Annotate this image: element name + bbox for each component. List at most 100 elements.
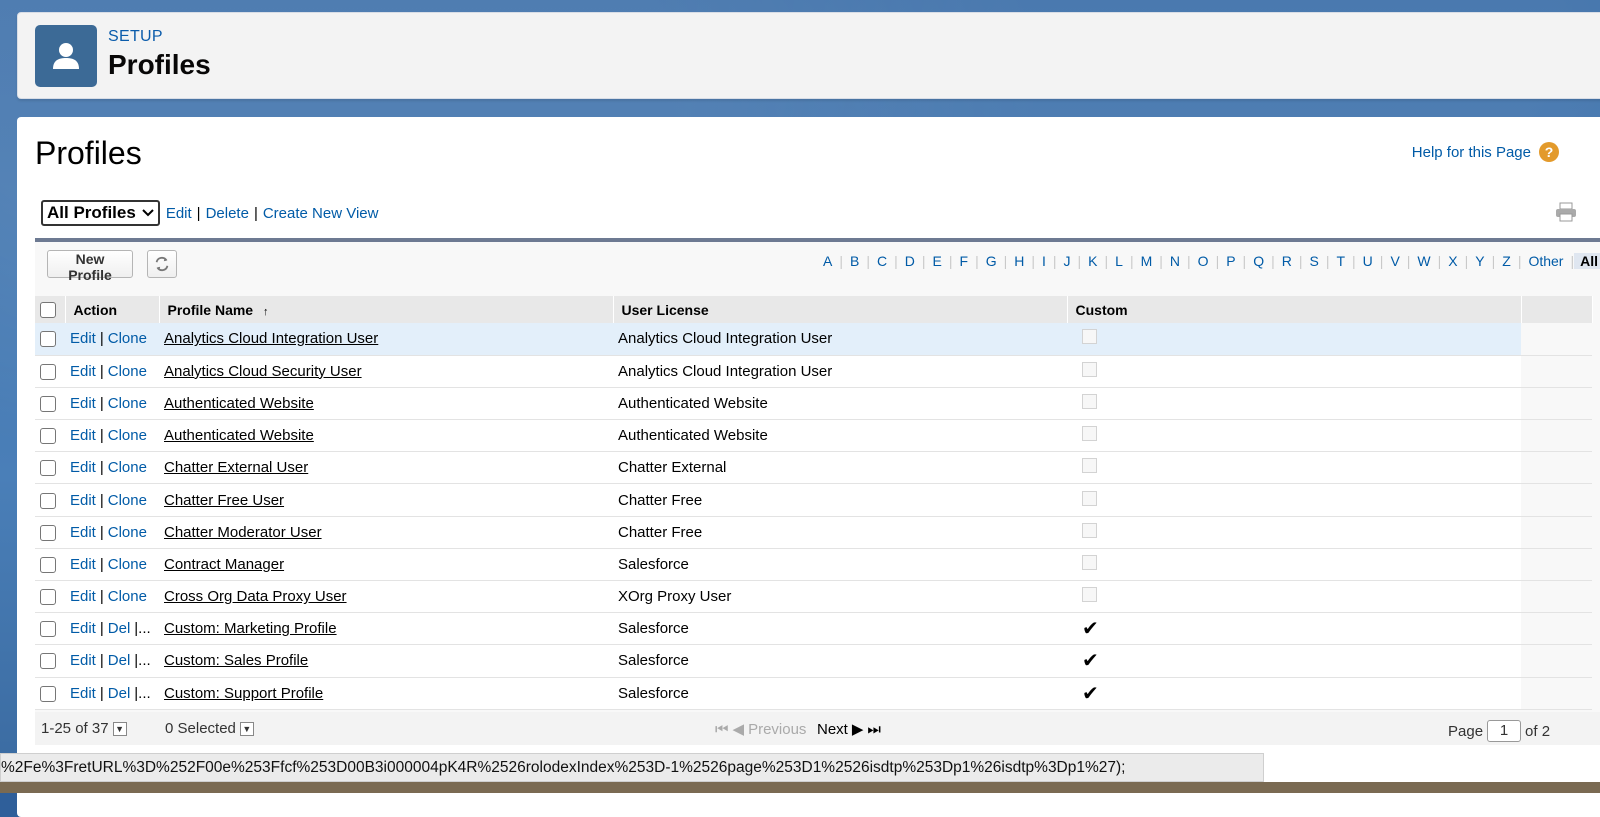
new-profile-button[interactable]: New Profile (47, 250, 133, 283)
profile-name-link[interactable]: Contract Manager (164, 556, 284, 573)
alpha-filter-p[interactable]: P (1219, 253, 1242, 269)
page-number-input[interactable]: 1 (1487, 720, 1522, 742)
table-row: Edit | Del |... Custom: Sales Profile Salesfo… (35, 644, 1592, 678)
row-clone-link[interactable]: Clone (108, 524, 147, 541)
alpha-filter-r[interactable]: R (1275, 253, 1299, 269)
row-checkbox[interactable] (40, 556, 56, 573)
row-edit-link[interactable]: Edit (70, 427, 96, 444)
row-checkbox[interactable] (40, 524, 56, 541)
alpha-filter-t[interactable]: T (1329, 253, 1352, 269)
row-clone-link[interactable]: Clone (108, 492, 147, 509)
profile-name-link[interactable]: Cross Org Data Proxy User (164, 588, 347, 605)
view-select[interactable]: All Profiles (41, 200, 160, 226)
alpha-filter-c[interactable]: C (870, 253, 894, 269)
row-checkbox[interactable] (40, 363, 56, 380)
alpha-filter-m[interactable]: M (1134, 253, 1160, 269)
profile-name-link[interactable]: Analytics Cloud Integration User (164, 330, 378, 347)
row-clone-link[interactable]: Clone (108, 588, 147, 605)
row-checkbox[interactable] (40, 621, 56, 638)
row-edit-link[interactable]: Edit (70, 363, 96, 380)
row-edit-link[interactable]: Edit (70, 588, 96, 605)
row-edit-link[interactable]: Edit (70, 395, 96, 412)
row-checkbox[interactable] (40, 589, 56, 606)
row-clone-link[interactable]: Clone (108, 459, 147, 476)
profile-name-link[interactable]: Authenticated Website (164, 395, 314, 412)
more-actions[interactable]: |... (134, 620, 150, 637)
row-clone-link[interactable]: Clone (108, 363, 147, 380)
alpha-filter-a[interactable]: A (816, 253, 839, 269)
print-icon[interactable] (1555, 202, 1577, 227)
alpha-filter-w[interactable]: W (1410, 253, 1437, 269)
more-actions[interactable]: |... (134, 652, 150, 669)
col-profile-name[interactable]: Profile Name ↑ (159, 296, 614, 323)
alpha-filter-z[interactable]: Z (1495, 253, 1518, 269)
row-checkbox[interactable] (40, 428, 56, 445)
selected-count[interactable]: 0 Selected ▼ (165, 720, 254, 737)
more-actions[interactable]: |... (134, 685, 150, 702)
record-range[interactable]: 1-25 of 37 ▼ (41, 720, 127, 737)
row-edit-link[interactable]: Edit (70, 492, 96, 509)
alpha-filter-b[interactable]: B (843, 253, 866, 269)
col-user-license[interactable]: User License (613, 296, 1068, 323)
alpha-filter-x[interactable]: X (1441, 253, 1464, 269)
alpha-filter-y[interactable]: Y (1468, 253, 1491, 269)
row-clone-link[interactable]: Clone (108, 556, 147, 573)
select-all-checkbox[interactable] (40, 302, 56, 319)
row-checkbox[interactable] (40, 460, 56, 477)
alpha-filter-j[interactable]: J (1057, 253, 1078, 269)
alpha-filter-d[interactable]: D (898, 253, 922, 269)
help-link[interactable]: Help for this Page ? (1412, 142, 1559, 162)
profile-name-link[interactable]: Chatter Moderator User (164, 524, 322, 541)
alpha-filter-v[interactable]: V (1383, 253, 1406, 269)
previous-page[interactable]: ⏮ ◀ Previous (715, 720, 806, 739)
row-del-link[interactable]: Del (108, 652, 131, 669)
alpha-filter-q[interactable]: Q (1246, 253, 1271, 269)
alpha-filter-i[interactable]: I (1035, 253, 1053, 269)
profile-name-link[interactable]: Custom: Sales Profile (164, 652, 308, 669)
alpha-filter-e[interactable]: E (926, 253, 949, 269)
row-clone-link[interactable]: Clone (108, 395, 147, 412)
row-del-link[interactable]: Del (108, 685, 131, 702)
row-edit-link[interactable]: Edit (70, 685, 96, 702)
user-license: Salesforce (618, 684, 689, 702)
row-checkbox[interactable] (40, 685, 56, 702)
refresh-button[interactable] (147, 250, 177, 278)
row-clone-link[interactable]: Clone (108, 427, 147, 444)
delete-view-link[interactable]: Delete (206, 205, 249, 222)
separator: | (99, 459, 104, 477)
alpha-filter-f[interactable]: F (953, 253, 976, 269)
row-checkbox[interactable] (40, 653, 56, 670)
row-edit-link[interactable]: Edit (70, 459, 96, 476)
edit-view-link[interactable]: Edit (166, 205, 192, 222)
alpha-filter-k[interactable]: K (1081, 253, 1104, 269)
alpha-filter-g[interactable]: G (979, 253, 1004, 269)
alpha-filter-l[interactable]: L (1108, 253, 1130, 269)
alpha-filter-n[interactable]: N (1163, 253, 1187, 269)
alpha-filter-s[interactable]: S (1302, 253, 1325, 269)
row-checkbox[interactable] (40, 492, 56, 509)
row-del-link[interactable]: Del (108, 620, 131, 637)
col-custom[interactable]: Custom (1067, 296, 1522, 323)
row-checkbox[interactable] (40, 395, 56, 412)
row-edit-link[interactable]: Edit (70, 620, 96, 637)
row-edit-link[interactable]: Edit (70, 652, 96, 669)
alpha-filter-h[interactable]: H (1007, 253, 1031, 269)
profile-name-link[interactable]: Authenticated Website (164, 427, 314, 444)
profile-name-link[interactable]: Analytics Cloud Security User (164, 363, 362, 380)
alpha-filter-u[interactable]: U (1356, 253, 1380, 269)
profile-name-link[interactable]: Chatter External User (164, 459, 308, 476)
row-checkbox[interactable] (40, 331, 56, 348)
alpha-filter-all[interactable]: All (1574, 253, 1600, 269)
row-clone-link[interactable]: Clone (108, 330, 147, 347)
create-new-view-link[interactable]: Create New View (263, 205, 379, 222)
profile-name-link[interactable]: Custom: Marketing Profile (164, 620, 337, 637)
alpha-filter-other[interactable]: Other (1521, 253, 1570, 269)
next-page[interactable]: Next ▶ ⏭ (817, 720, 881, 739)
row-edit-link[interactable]: Edit (70, 524, 96, 541)
alpha-filter-o[interactable]: O (1191, 253, 1216, 269)
row-edit-link[interactable]: Edit (70, 330, 96, 347)
last-page-icon: ⏭ (867, 720, 881, 738)
profile-name-link[interactable]: Custom: Support Profile (164, 685, 323, 702)
profile-name-link[interactable]: Chatter Free User (164, 492, 284, 509)
row-edit-link[interactable]: Edit (70, 556, 96, 573)
